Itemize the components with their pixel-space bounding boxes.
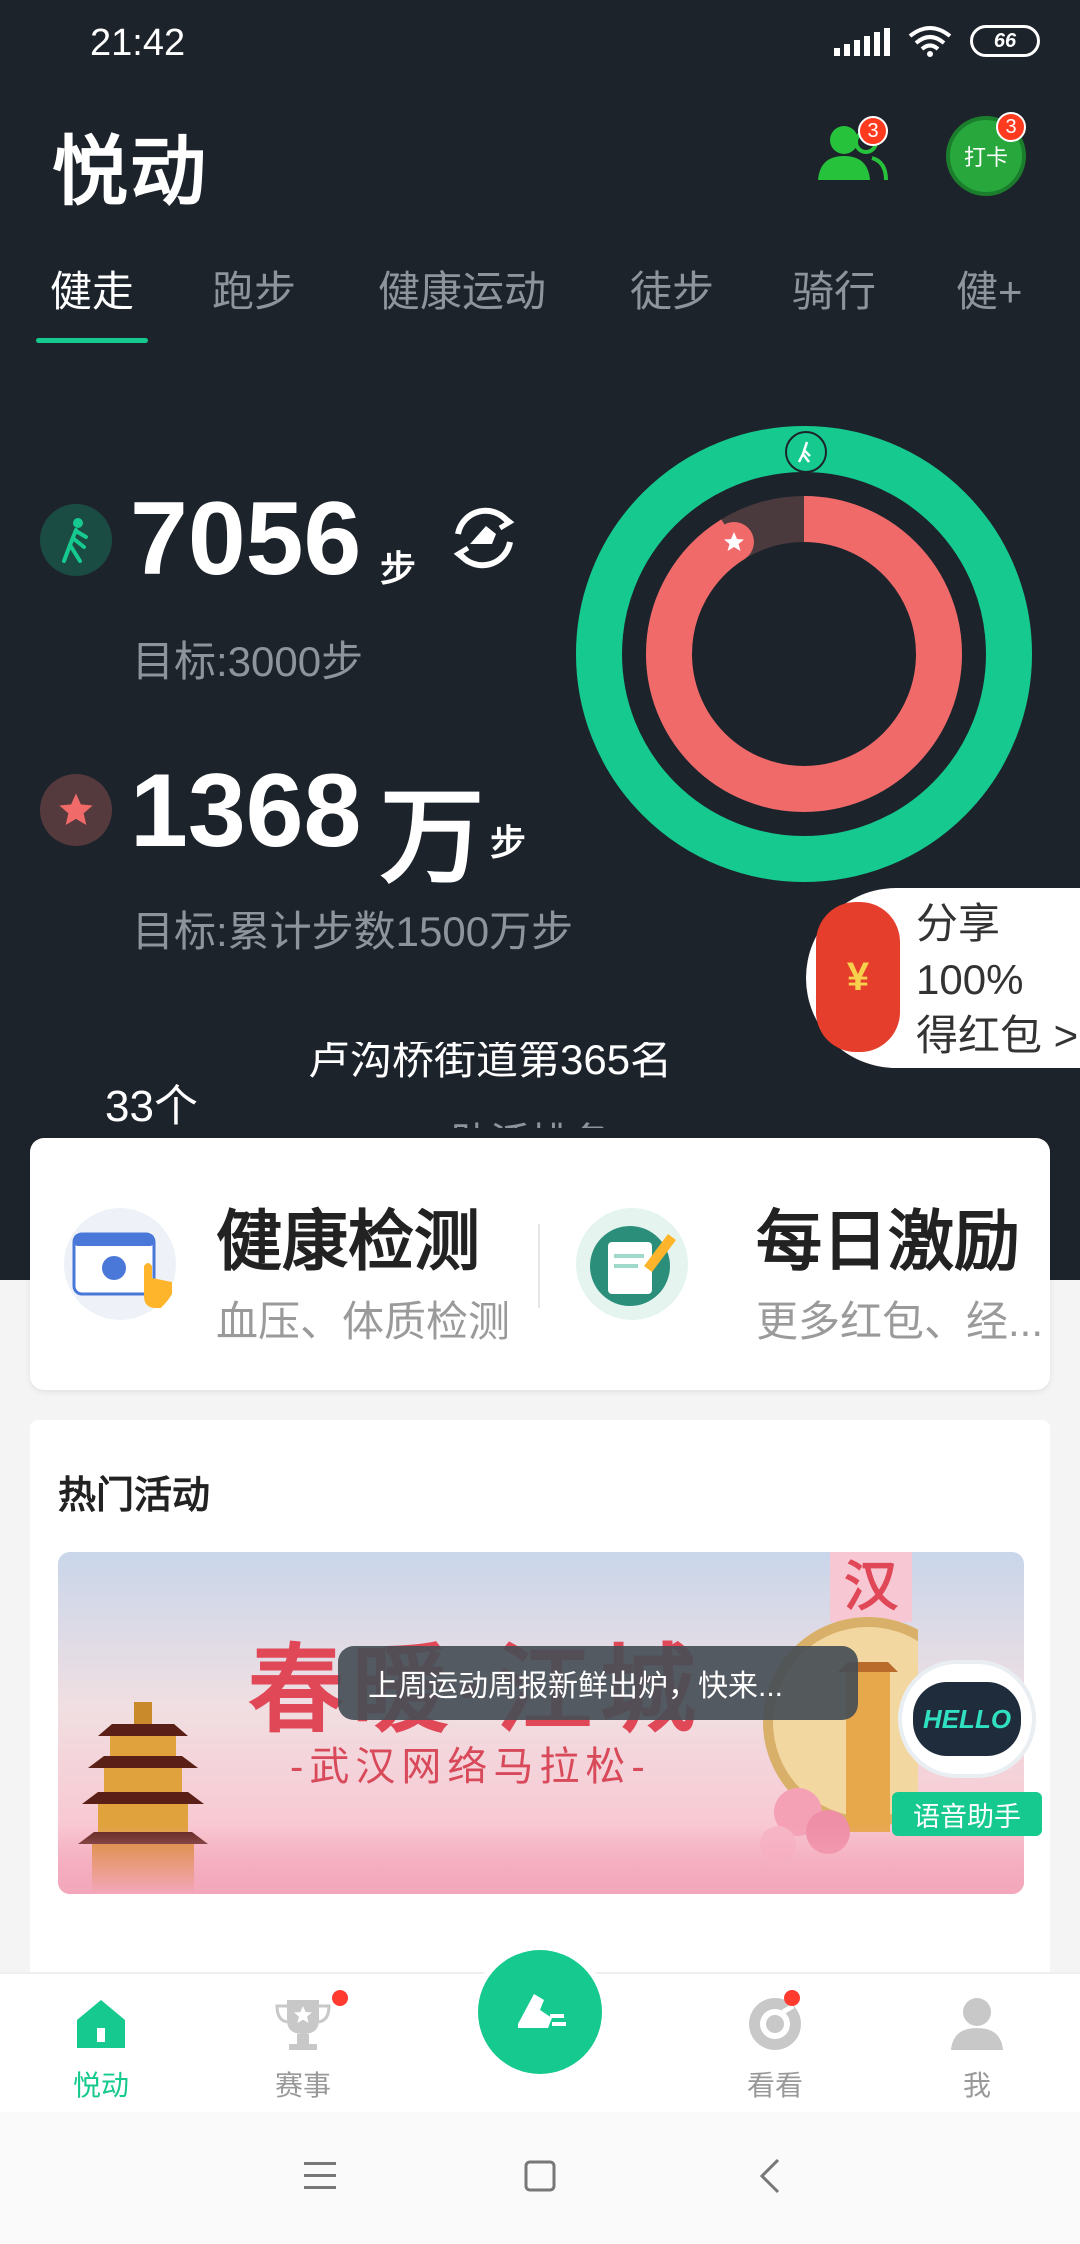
cumulative-unit-big: 万 (380, 780, 485, 896)
walk-icon (40, 504, 112, 576)
promo-line3: 得红包 > (916, 1012, 1079, 1059)
health-check-icon (64, 1208, 176, 1320)
voice-assistant-face: HELLO (913, 1682, 1021, 1756)
signal-icon (834, 26, 890, 56)
tab-health-exercise[interactable]: 健康运动 (378, 258, 546, 319)
promo-line1: 分享 (916, 900, 1001, 947)
red-packet-promo[interactable]: ¥ 分享 100% 得红包 > (806, 888, 1080, 1068)
tab-hike[interactable]: 徒步 (630, 258, 714, 319)
red-envelope-icon: ¥ (816, 902, 900, 1052)
nav-profile[interactable]: 我 (902, 1974, 1052, 2114)
back-icon[interactable] (752, 2156, 788, 2196)
shoe-icon (518, 1994, 566, 2028)
start-workout-button[interactable] (472, 1944, 608, 2080)
rank-subtext: 助活排名 (450, 1110, 610, 1128)
cumulative-ring (646, 496, 962, 812)
friends-button[interactable]: 3 (812, 116, 892, 198)
voice-assistant-button[interactable]: HELLO 语音助手 (892, 1660, 1042, 1840)
sport-tabs: 健走 跑步 健康运动 徒步 骑行 健+ (0, 250, 1080, 350)
steps-goal: 目标:3000步 (132, 638, 364, 685)
friends-badge: 3 (858, 116, 888, 146)
wifi-icon (908, 26, 952, 57)
active-tab-indicator (36, 338, 148, 343)
rank-count: 33个 (105, 1082, 198, 1131)
nav-discover-label: 看看 (746, 2070, 803, 2101)
banner-subtitle: -武汉网络马拉松- (290, 1745, 651, 1789)
cumulative-value: 1368 (130, 753, 362, 869)
menu-icon[interactable] (300, 2158, 340, 2194)
events-dot (332, 1990, 348, 2006)
weekly-report-toast[interactable]: 上周运动周报新鲜出炉，快来... (338, 1646, 858, 1720)
health-check-title: 健康检测 (216, 1204, 480, 1278)
progress-rings[interactable] (576, 426, 1032, 882)
tab-run[interactable]: 跑步 (212, 258, 296, 319)
ring-walk-icon (785, 431, 827, 473)
home-square-icon[interactable] (522, 2158, 558, 2194)
feature-divider (538, 1224, 540, 1308)
checkin-label: 打卡 (963, 145, 1008, 170)
nav-home[interactable]: 悦动 (26, 1974, 176, 2114)
app-title: 悦动 (52, 130, 208, 215)
daily-reward-subtitle: 更多红包、经... (756, 1298, 1044, 1345)
cumulative-unit: 步 (490, 822, 527, 863)
tab-cycle[interactable]: 骑行 (792, 258, 876, 319)
status-time: 21:42 (90, 22, 186, 64)
sync-steps-icon[interactable] (446, 500, 522, 576)
banner-tag-text: 汉 (844, 1557, 898, 1617)
nav-discover[interactable]: 看看 (700, 1974, 850, 2114)
discover-dot (784, 1990, 800, 2006)
daily-reward-icon (576, 1208, 688, 1320)
home-icon (77, 2000, 125, 2048)
nav-events-label: 赛事 (274, 2070, 331, 2101)
activity-banner[interactable]: 春暖·江城 -武汉网络马拉松- 汉 (58, 1552, 1024, 1894)
hot-activities-title: 热门活动 (58, 1475, 211, 1517)
daily-reward-title: 每日激励 (756, 1204, 1020, 1278)
checkin-button[interactable]: 打卡 3 (946, 112, 1026, 196)
voice-assistant-label: 语音助手 (892, 1792, 1042, 1836)
battery-icon: 66 (970, 25, 1040, 57)
voice-assistant-avatar: HELLO (898, 1660, 1036, 1778)
red-envelope-symbol: ¥ (846, 954, 870, 999)
blossom-band (58, 1824, 1024, 1894)
tab-walk[interactable]: 健走 (50, 258, 134, 319)
trophy-icon (275, 2000, 331, 2050)
cumulative-goal: 目标:累计步数1500万步 (132, 908, 574, 955)
steps-unit: 步 (380, 548, 417, 589)
rank-text: 卢沟桥街道第365名 (308, 1042, 673, 1082)
feature-card: 健康检测 血压、体质检测 每日激励 更多红包、经... (30, 1138, 1050, 1390)
health-check-subtitle: 血压、体质检测 (216, 1298, 511, 1345)
status-bar: 21:42 66 (0, 0, 1080, 92)
nav-home-label: 悦动 (72, 2070, 129, 2101)
nav-profile-label: 我 (962, 2070, 991, 2101)
profile-icon (951, 1998, 1003, 2050)
health-check-entry[interactable]: 健康检测 血压、体质检测 (30, 1138, 538, 1390)
nav-events[interactable]: 赛事 (228, 1974, 378, 2114)
steps-value: 7056 (130, 481, 362, 597)
tab-more[interactable]: 健+ (956, 258, 1023, 319)
ring-star-icon (714, 522, 754, 562)
battery-level: 66 (993, 29, 1017, 52)
daily-reward-entry[interactable]: 每日激励 更多红包、经... (542, 1138, 1050, 1390)
star-icon (40, 774, 112, 846)
checkin-badge: 3 (996, 112, 1026, 142)
promo-line2: 100% (916, 956, 1024, 1003)
system-nav-bar (0, 2112, 1080, 2244)
